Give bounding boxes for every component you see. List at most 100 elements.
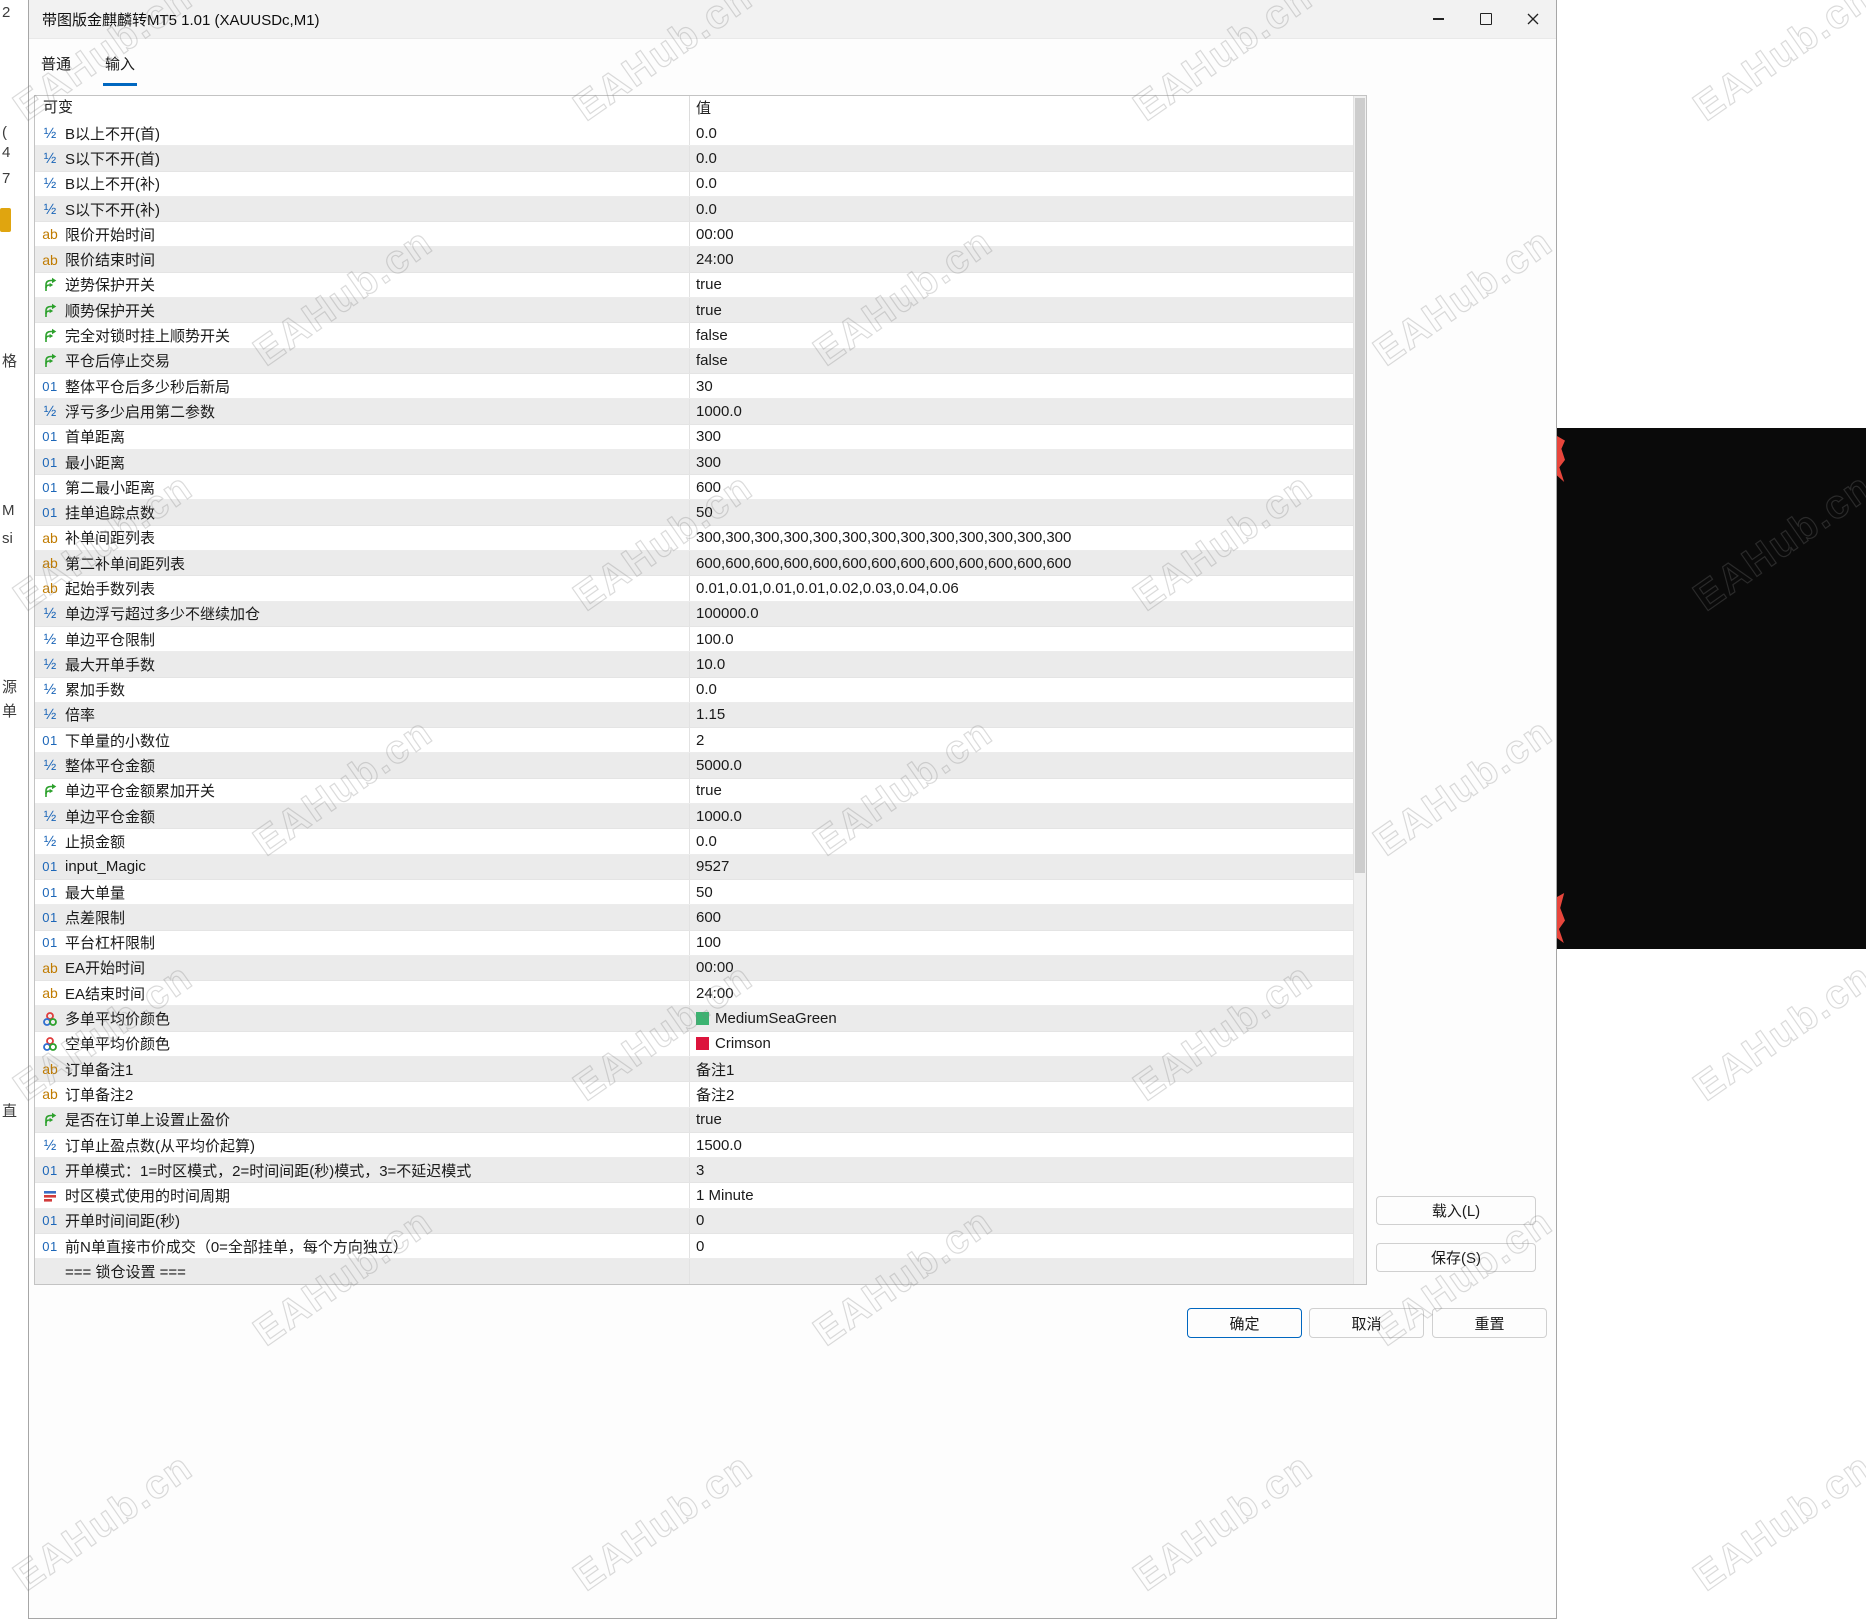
- table-row[interactable]: ½单边平仓金额1000.0: [35, 804, 1353, 829]
- table-row[interactable]: === 锁仓设置 ===: [35, 1259, 1353, 1284]
- scrollbar-thumb[interactable]: [1355, 98, 1365, 873]
- table-row[interactable]: ½整体平仓金额5000.0: [35, 753, 1353, 778]
- param-value[interactable]: 3: [690, 1162, 704, 1179]
- param-value[interactable]: 30: [690, 378, 713, 395]
- param-value[interactable]: 2: [690, 732, 704, 749]
- param-value[interactable]: 300,300,300,300,300,300,300,300,300,300,…: [690, 529, 1071, 546]
- table-row[interactable]: 多单平均价颜色MediumSeaGreen: [35, 1006, 1353, 1031]
- table-row[interactable]: 是否在订单上设置止盈价true: [35, 1108, 1353, 1133]
- table-row[interactable]: ½单边浮亏超过多少不继续加仓100000.0: [35, 602, 1353, 627]
- table-row[interactable]: 01挂单追踪点数50: [35, 500, 1353, 525]
- param-value[interactable]: 0.01,0.01,0.01,0.01,0.02,0.03,0.04,0.06: [690, 580, 959, 597]
- column-header-value[interactable]: 值: [690, 97, 711, 121]
- table-row[interactable]: ab限价结束时间24:00: [35, 247, 1353, 272]
- table-row[interactable]: abEA开始时间00:00: [35, 956, 1353, 981]
- maximize-button[interactable]: [1462, 0, 1509, 38]
- column-header-variable[interactable]: 可变: [35, 96, 690, 121]
- table-row[interactable]: ½倍率1.15: [35, 703, 1353, 728]
- table-row[interactable]: ab订单备注1备注1: [35, 1057, 1353, 1082]
- close-button[interactable]: [1509, 0, 1556, 38]
- param-value[interactable]: 50: [690, 884, 713, 901]
- param-value[interactable]: 0.0: [690, 175, 717, 192]
- param-value[interactable]: false: [690, 327, 728, 344]
- load-button[interactable]: 载入(L): [1376, 1196, 1536, 1225]
- param-value[interactable]: true: [690, 276, 722, 293]
- table-row[interactable]: ½浮亏多少启用第二参数1000.0: [35, 399, 1353, 424]
- table-row[interactable]: 01最大单量50: [35, 880, 1353, 905]
- table-row[interactable]: 01第二最小距离600: [35, 475, 1353, 500]
- param-value[interactable]: 300: [690, 454, 721, 471]
- param-value[interactable]: 100.0: [690, 631, 734, 648]
- table-row[interactable]: 01点差限制600: [35, 905, 1353, 930]
- table-row[interactable]: ab第二补单间距列表600,600,600,600,600,600,600,60…: [35, 551, 1353, 576]
- param-value[interactable]: 300: [690, 428, 721, 445]
- table-row[interactable]: 时区模式使用的时间周期1 Minute: [35, 1183, 1353, 1208]
- param-value[interactable]: 1.15: [690, 706, 725, 723]
- param-value[interactable]: true: [690, 782, 722, 799]
- param-value[interactable]: true: [690, 302, 722, 319]
- param-value[interactable]: 50: [690, 504, 713, 521]
- table-row[interactable]: ab限价开始时间00:00: [35, 222, 1353, 247]
- param-value[interactable]: 0.0: [690, 681, 717, 698]
- param-value[interactable]: false: [690, 352, 728, 369]
- param-value[interactable]: 0.0: [690, 150, 717, 167]
- save-button[interactable]: 保存(S): [1376, 1243, 1536, 1272]
- param-value[interactable]: 0: [690, 1238, 704, 1255]
- table-row[interactable]: 顺势保护开关true: [35, 298, 1353, 323]
- table-row[interactable]: ½累加手数0.0: [35, 678, 1353, 703]
- param-value[interactable]: 24:00: [690, 985, 734, 1002]
- param-value[interactable]: 1000.0: [690, 403, 742, 420]
- param-value[interactable]: 1000.0: [690, 808, 742, 825]
- table-row[interactable]: ½最大开单手数10.0: [35, 652, 1353, 677]
- vertical-scrollbar[interactable]: [1353, 96, 1366, 1284]
- param-value[interactable]: 24:00: [690, 251, 734, 268]
- param-value[interactable]: 1 Minute: [690, 1187, 754, 1204]
- table-row[interactable]: ab起始手数列表0.01,0.01,0.01,0.01,0.02,0.03,0.…: [35, 576, 1353, 601]
- param-value[interactable]: 600: [690, 479, 721, 496]
- table-row[interactable]: ½S以下不开(补)0.0: [35, 197, 1353, 222]
- param-value[interactable]: 0.0: [690, 201, 717, 218]
- table-row[interactable]: ab订单备注2备注2: [35, 1082, 1353, 1107]
- table-row[interactable]: 01开单模式：1=时区模式，2=时间间距(秒)模式，3=不延迟模式3: [35, 1158, 1353, 1183]
- table-row[interactable]: 01下单量的小数位2: [35, 728, 1353, 753]
- param-value[interactable]: 00:00: [690, 959, 734, 976]
- table-row[interactable]: 逆势保护开关true: [35, 273, 1353, 298]
- table-row[interactable]: 01首单距离300: [35, 425, 1353, 450]
- param-value[interactable]: 1500.0: [690, 1137, 742, 1154]
- param-value[interactable]: MediumSeaGreen: [690, 1010, 837, 1027]
- param-value[interactable]: 0.0: [690, 833, 717, 850]
- param-value[interactable]: 0.0: [690, 125, 717, 142]
- param-value[interactable]: 0: [690, 1212, 704, 1229]
- table-row[interactable]: ½S以下不开(首)0.0: [35, 146, 1353, 171]
- table-row[interactable]: 01开单时间间距(秒)0: [35, 1209, 1353, 1234]
- cancel-button[interactable]: 取消: [1309, 1308, 1424, 1338]
- param-value[interactable]: 5000.0: [690, 757, 742, 774]
- table-row[interactable]: abEA结束时间24:00: [35, 981, 1353, 1006]
- param-value[interactable]: Crimson: [690, 1035, 771, 1052]
- reset-button[interactable]: 重置: [1432, 1308, 1547, 1338]
- table-row[interactable]: 完全对锁时挂上顺势开关false: [35, 323, 1353, 348]
- param-value[interactable]: 600: [690, 909, 721, 926]
- param-value[interactable]: 10.0: [690, 656, 725, 673]
- tab-common[interactable]: 普通: [39, 49, 73, 86]
- param-value[interactable]: 9527: [690, 858, 729, 875]
- param-value[interactable]: 备注1: [690, 1059, 734, 1080]
- table-row[interactable]: ½B以上不开(首)0.0: [35, 121, 1353, 146]
- param-value[interactable]: 备注2: [690, 1084, 734, 1105]
- table-row[interactable]: 01input_Magic9527: [35, 855, 1353, 880]
- table-row[interactable]: 空单平均价颜色Crimson: [35, 1032, 1353, 1057]
- table-row[interactable]: 平仓后停止交易false: [35, 349, 1353, 374]
- param-value[interactable]: 100: [690, 934, 721, 951]
- table-row[interactable]: ab补单间距列表300,300,300,300,300,300,300,300,…: [35, 526, 1353, 551]
- param-value[interactable]: true: [690, 1111, 722, 1128]
- minimize-button[interactable]: [1415, 0, 1462, 38]
- table-row[interactable]: 单边平仓金额累加开关true: [35, 779, 1353, 804]
- param-value[interactable]: 600,600,600,600,600,600,600,600,600,600,…: [690, 555, 1071, 572]
- table-row[interactable]: ½止损金额0.0: [35, 829, 1353, 854]
- table-row[interactable]: 01最小距离300: [35, 450, 1353, 475]
- table-row[interactable]: ½B以上不开(补)0.0: [35, 172, 1353, 197]
- param-value[interactable]: 00:00: [690, 226, 734, 243]
- table-row[interactable]: ½单边平仓限制100.0: [35, 627, 1353, 652]
- table-row[interactable]: 01前N单直接市价成交（0=全部挂单，每个方向独立）0: [35, 1234, 1353, 1259]
- ok-button[interactable]: 确定: [1187, 1308, 1302, 1338]
